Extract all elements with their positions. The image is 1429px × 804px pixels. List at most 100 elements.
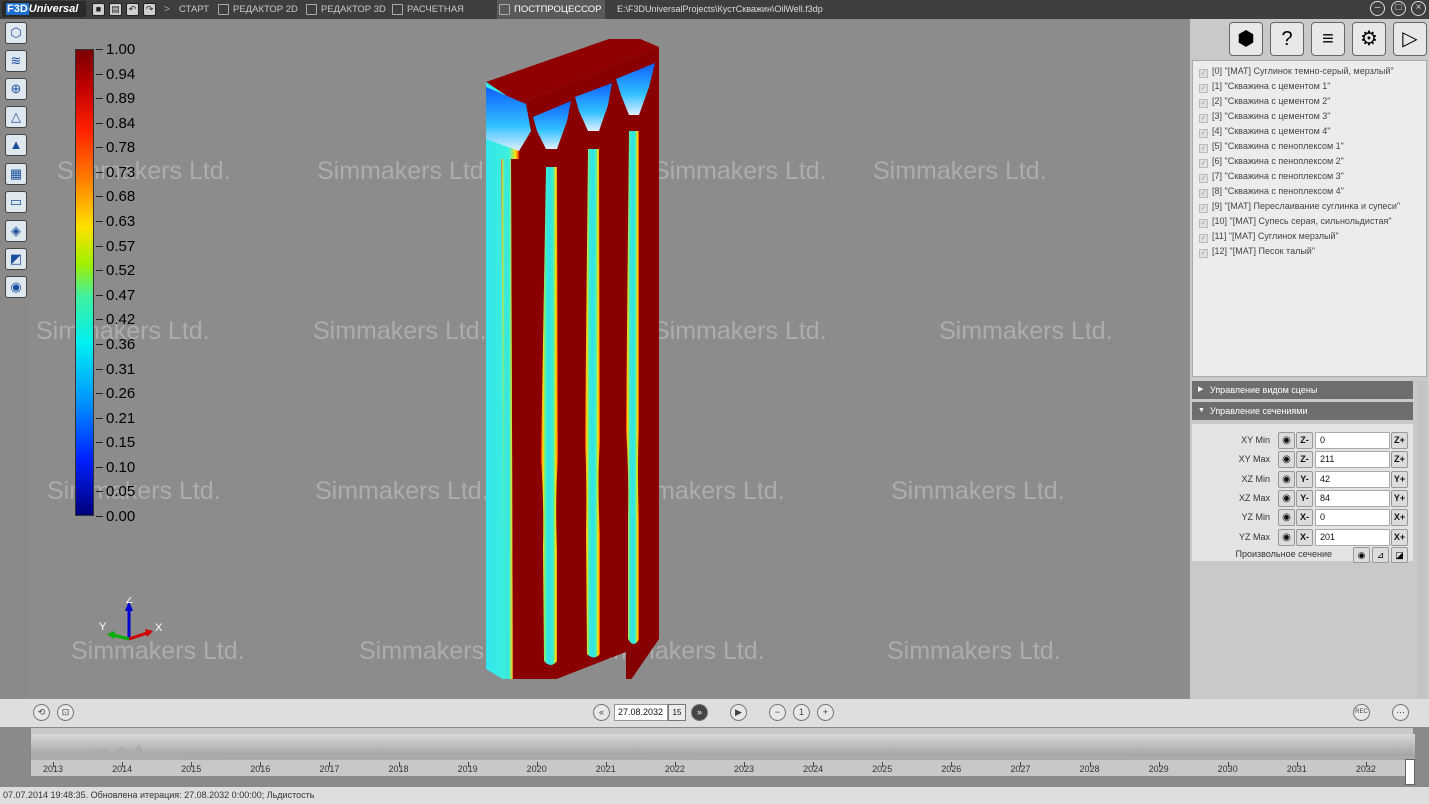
rotate-box-icon[interactable]: ◈	[5, 220, 27, 242]
material-item[interactable]: ✓ [11] "[MAT] Суглинок мерзлый"	[1199, 229, 1339, 243]
record-button[interactable]: REC	[1353, 704, 1370, 721]
cut-value-input[interactable]: 0	[1315, 509, 1390, 527]
section-cuts[interactable]: ▼ Управление сечениями	[1192, 402, 1413, 420]
eye-icon[interactable]: ◉	[1278, 470, 1295, 488]
material-item[interactable]: ✓ [5] "Скважина с пеноплексом 1"	[1199, 139, 1344, 153]
cut-plus-button[interactable]: Y+	[1391, 489, 1408, 507]
material-item[interactable]: ✓ [0] "[MAT] Суглинок темно-серый, мерзлы…	[1199, 64, 1394, 78]
open-icon[interactable]: ▤	[109, 3, 122, 16]
eye-icon[interactable]: ◉	[1278, 432, 1295, 449]
play-icon[interactable]: ▷	[1393, 22, 1427, 56]
material-checkbox[interactable]: ✓	[1199, 114, 1208, 123]
material-checkbox[interactable]: ✓	[1199, 234, 1208, 243]
help-icon[interactable]: ?	[1270, 22, 1304, 56]
eye-icon[interactable]: ◉	[1353, 547, 1370, 563]
undo-icon[interactable]: ↶	[126, 3, 139, 16]
decrease-step-icon[interactable]: −	[769, 704, 786, 721]
cut-plus-button[interactable]: Z+	[1391, 451, 1408, 469]
material-item[interactable]: ✓ [7] "Скважина с пеноплексом 3"	[1199, 169, 1344, 183]
play-button-icon[interactable]: ▶	[730, 704, 747, 721]
cut-minus-button[interactable]: Y-	[1296, 489, 1313, 507]
material-checkbox[interactable]: ✓	[1199, 129, 1208, 138]
cut-plus-button[interactable]: Z+	[1391, 432, 1408, 449]
eye-icon[interactable]: ◉	[1278, 509, 1295, 527]
model-3d	[486, 39, 659, 679]
cut-value-input[interactable]: 84	[1315, 489, 1390, 507]
cut-minus-button[interactable]: Z-	[1296, 432, 1313, 449]
material-item[interactable]: ✓ [8] "Скважина с пеноплексом 4"	[1199, 184, 1344, 198]
axis-cut-icon[interactable]: ⊿	[1372, 547, 1389, 563]
increase-step-icon[interactable]: +	[817, 704, 834, 721]
material-item[interactable]: ✓ [9] "[MAT] Переслаивание суглинка и суп…	[1199, 199, 1400, 213]
materials-icon[interactable]: ⬢	[1229, 22, 1263, 56]
loop-icon[interactable]: ⟲	[33, 704, 50, 721]
material-checkbox[interactable]: ✓	[1199, 204, 1208, 213]
maximize-icon[interactable]: □	[1391, 1, 1406, 16]
surface-icon[interactable]: ≋	[5, 50, 27, 72]
cut-plus-button[interactable]: X+	[1391, 528, 1408, 546]
cut-value-input[interactable]: 42	[1315, 470, 1390, 488]
material-item[interactable]: ✓ [6] "Скважина с пеноплексом 2"	[1199, 154, 1344, 168]
tab-editor-3d[interactable]: РЕДАКТОР 3D	[304, 0, 386, 19]
cut-plus-button[interactable]: Y+	[1391, 470, 1408, 488]
material-checkbox[interactable]: ✓	[1199, 174, 1208, 183]
color-scale-label: 0.78	[106, 139, 136, 157]
section-scene-view[interactable]: ▶ Управление видом сцены	[1192, 381, 1413, 399]
eye-icon[interactable]: ◉	[1278, 451, 1295, 469]
minimize-icon[interactable]: –	[1370, 1, 1385, 16]
material-item[interactable]: ✓ [12] "[MAT] Песок талый"	[1199, 244, 1315, 258]
view-cube-icon[interactable]: ⬡	[5, 22, 27, 44]
save-icon[interactable]: ■	[92, 3, 105, 16]
redo-icon[interactable]: ↷	[143, 3, 156, 16]
timeline[interactable]: 2013 2014 2015 2016 2017 2018 2019 2020 2021 2022…	[30, 727, 1415, 777]
globe-icon[interactable]: ◉	[5, 276, 27, 298]
date-input[interactable]: 27.08.2032	[614, 704, 668, 721]
close-icon[interactable]: ×	[1411, 1, 1426, 16]
material-label: [4] "Скважина с цементом 4"	[1212, 126, 1331, 136]
bookmark-icon[interactable]: ⊡	[57, 704, 74, 721]
material-item[interactable]: ✓ [10] "[MAT] Супесь серая, сильнольдиста…	[1199, 214, 1392, 228]
cut-minus-button[interactable]: X-	[1296, 528, 1313, 546]
cut-value-input[interactable]: 0	[1315, 432, 1390, 449]
material-checkbox[interactable]: ✓	[1199, 159, 1208, 168]
material-item[interactable]: ✓ [4] "Скважина с цементом 4"	[1199, 124, 1331, 138]
tab-editor-2d[interactable]: РЕДАКТОР 2D	[216, 0, 298, 19]
material-checkbox[interactable]: ✓	[1199, 69, 1208, 78]
eye-icon[interactable]: ◉	[1278, 489, 1295, 507]
rewind-icon[interactable]: «	[593, 704, 610, 721]
3d-viewport[interactable]: Simmakers Ltd. Simmakers Ltd. Simmakers …	[31, 19, 1189, 699]
panel-scrollbar[interactable]	[1417, 381, 1427, 699]
material-item[interactable]: ✓ [3] "Скважина с цементом 3"	[1199, 109, 1331, 123]
zoom-icon[interactable]: ⊕	[5, 78, 27, 100]
cut-box-icon[interactable]: ◪	[1391, 547, 1408, 563]
cut-minus-button[interactable]: Y-	[1296, 470, 1313, 488]
calendar-icon[interactable]: 15	[668, 704, 686, 721]
cut-plus-button[interactable]: X+	[1391, 509, 1408, 527]
field-icon[interactable]: ▦	[5, 163, 27, 185]
tab-start[interactable]: > СТАРТ	[162, 0, 212, 19]
material-item[interactable]: ✓ [2] "Скважина с цементом 2"	[1199, 94, 1331, 108]
database-icon[interactable]: ≡	[1311, 22, 1345, 56]
material-checkbox[interactable]: ✓	[1199, 144, 1208, 153]
timeline-cursor[interactable]	[1405, 759, 1415, 785]
material-checkbox[interactable]: ✓	[1199, 99, 1208, 108]
material-checkbox[interactable]: ✓	[1199, 189, 1208, 198]
eye-icon[interactable]: ◉	[1278, 528, 1295, 546]
box-icon[interactable]: ▭	[5, 191, 27, 213]
tab-mesh[interactable]: РАСЧЕТНАЯ СЕТКА	[390, 0, 492, 34]
cut-value-input[interactable]: 211	[1315, 451, 1390, 469]
more-options-icon[interactable]: ⋯	[1392, 704, 1409, 721]
material-item[interactable]: ✓ [1] "Скважина с цементом 1"	[1199, 79, 1331, 93]
mesh-detail-icon[interactable]: ▲	[5, 134, 27, 156]
material-checkbox[interactable]: ✓	[1199, 84, 1208, 93]
settings-gear-icon[interactable]: ⚙	[1352, 22, 1386, 56]
cut-minus-button[interactable]: Z-	[1296, 451, 1313, 469]
material-checkbox[interactable]: ✓	[1199, 219, 1208, 228]
fast-forward-icon[interactable]: »	[691, 704, 708, 721]
mesh-view-icon[interactable]: △	[5, 106, 27, 128]
tab-postprocessor[interactable]: ПОСТПРОЦЕССОР	[497, 0, 605, 19]
cut-plane-icon[interactable]: ◩	[5, 248, 27, 270]
material-checkbox[interactable]: ✓	[1199, 249, 1208, 258]
cut-minus-button[interactable]: X-	[1296, 509, 1313, 527]
cut-value-input[interactable]: 201	[1315, 528, 1390, 546]
